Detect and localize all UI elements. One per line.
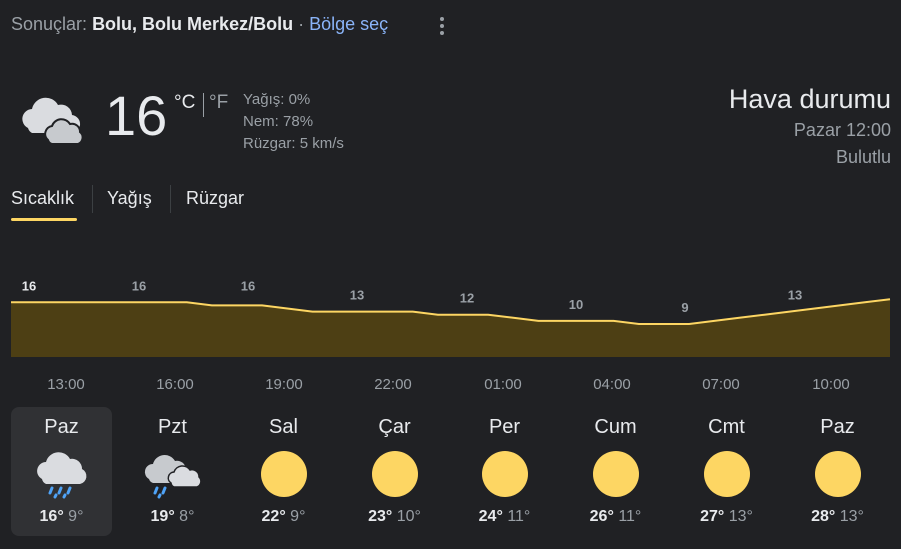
high-temperature: 27° bbox=[700, 508, 725, 525]
day-temperatures: 28° 13° bbox=[787, 508, 888, 526]
day-forecast-4[interactable]: Per 24° 11° bbox=[454, 407, 555, 536]
temperature-value-label: 16 bbox=[241, 278, 255, 293]
day-forecast-0[interactable]: Paz 16° 9° bbox=[11, 407, 112, 536]
day-forecast-7[interactable]: Paz 28° 13° bbox=[787, 407, 888, 536]
more-options-icon[interactable] bbox=[432, 12, 452, 40]
day-name: Sal bbox=[269, 416, 298, 438]
temperature-value-label: 16 bbox=[22, 278, 36, 293]
time-axis-label: 10:00 bbox=[812, 376, 850, 393]
current-condition: Bulutlu bbox=[835, 147, 891, 167]
current-datetime: Pazar 12:00 bbox=[793, 120, 891, 140]
low-temperature: 10° bbox=[396, 508, 421, 525]
temperature-value-label: 9 bbox=[681, 300, 688, 315]
temperature-value-label: 13 bbox=[350, 288, 364, 303]
sun-icon bbox=[365, 449, 425, 499]
tab-temperature[interactable]: Sıcaklık bbox=[11, 188, 74, 209]
high-temperature: 26° bbox=[589, 508, 614, 525]
precipitation-detail: Yağış: 0% bbox=[243, 91, 311, 108]
day-temperatures: 24° 11° bbox=[454, 508, 555, 526]
day-forecast-3[interactable]: Çar 23° 10° bbox=[344, 407, 445, 536]
high-temperature: 23° bbox=[368, 508, 393, 525]
sun-icon bbox=[808, 449, 868, 499]
sun-icon bbox=[254, 449, 314, 499]
day-name: Per bbox=[488, 416, 521, 438]
time-axis-label: 01:00 bbox=[484, 376, 522, 393]
current-temperature: 16 bbox=[105, 84, 168, 147]
high-temperature: 19° bbox=[150, 508, 175, 525]
tab-wind[interactable]: Rüzgar bbox=[186, 188, 244, 209]
day-temperatures: 26° 11° bbox=[565, 508, 666, 526]
cloudy-icon bbox=[14, 88, 86, 148]
day-name: Paz bbox=[44, 416, 79, 438]
sun-icon bbox=[697, 449, 757, 499]
active-tab-indicator bbox=[11, 218, 77, 221]
tab-divider bbox=[92, 185, 93, 213]
low-temperature: 13° bbox=[728, 508, 753, 525]
temperature-value-label: 12 bbox=[460, 291, 474, 306]
time-axis-label: 13:00 bbox=[47, 376, 85, 393]
select-region-link[interactable]: Bölge seç bbox=[309, 14, 388, 34]
high-temperature: 22° bbox=[261, 508, 286, 525]
day-temperatures: 27° 13° bbox=[676, 508, 777, 526]
unit-divider bbox=[203, 93, 204, 117]
low-temperature: 13° bbox=[839, 508, 864, 525]
results-prefix: Sonuçlar: bbox=[11, 14, 88, 34]
sun-icon bbox=[586, 449, 646, 499]
fahrenheit-toggle[interactable]: °F bbox=[209, 92, 228, 114]
temperature-value-label: 10 bbox=[569, 297, 583, 312]
temperature-area bbox=[11, 299, 890, 357]
low-temperature: 8° bbox=[179, 508, 195, 525]
day-name: Paz bbox=[820, 416, 855, 438]
day-temperatures: 22° 9° bbox=[233, 508, 334, 526]
day-forecast-5[interactable]: Cum 26° 11° bbox=[565, 407, 666, 536]
day-forecast-2[interactable]: Sal 22° 9° bbox=[233, 407, 334, 536]
time-axis-label: 16:00 bbox=[156, 376, 194, 393]
time-axis-label: 19:00 bbox=[265, 376, 303, 393]
humidity-detail: Nem: 78% bbox=[243, 113, 314, 130]
time-axis-label: 04:00 bbox=[593, 376, 631, 393]
sun-icon bbox=[475, 449, 535, 499]
tab-divider bbox=[170, 185, 171, 213]
temperature-value-label: 13 bbox=[788, 288, 802, 303]
high-temperature: 24° bbox=[478, 508, 503, 525]
temperature-value-label: 16 bbox=[132, 278, 146, 293]
day-forecast-1[interactable]: Pzt 19° 8° bbox=[122, 407, 223, 536]
celsius-toggle[interactable]: °C bbox=[174, 92, 195, 114]
low-temperature: 11° bbox=[507, 508, 531, 525]
tab-precipitation[interactable]: Yağış bbox=[107, 188, 152, 209]
location-name: Bolu, Bolu Merkez/Bolu bbox=[92, 14, 294, 34]
weather-title: Hava durumu bbox=[728, 84, 891, 114]
wind-detail: Rüzgar: 5 km/s bbox=[243, 135, 344, 152]
day-name: Cmt bbox=[708, 416, 745, 438]
low-temperature: 11° bbox=[618, 508, 642, 525]
high-temperature: 16° bbox=[39, 508, 64, 525]
day-temperatures: 16° 9° bbox=[11, 508, 112, 526]
low-temperature: 9° bbox=[290, 508, 306, 525]
low-temperature: 9° bbox=[68, 508, 84, 525]
header-separator: · bbox=[298, 14, 305, 34]
day-forecast-6[interactable]: Cmt 27° 13° bbox=[676, 407, 777, 536]
day-temperatures: 19° 8° bbox=[122, 508, 223, 526]
day-temperatures: 23° 10° bbox=[344, 508, 445, 526]
time-axis-label: 07:00 bbox=[702, 376, 740, 393]
thunder-rain-icon bbox=[143, 449, 203, 499]
results-header: Sonuçlar: Bolu, Bolu Merkez/Bolu · Bölge… bbox=[11, 14, 388, 35]
rain-cloud-icon bbox=[32, 449, 92, 499]
time-axis-label: 22:00 bbox=[374, 376, 412, 393]
day-name: Cum bbox=[594, 416, 637, 438]
high-temperature: 28° bbox=[811, 508, 836, 525]
temperature-chart[interactable]: 16 16 16 13 12 10 9 13 13:00 16:00 19:00 22:00 01:0… bbox=[0, 250, 901, 400]
day-name: Çar bbox=[378, 416, 411, 438]
day-name: Pzt bbox=[158, 416, 187, 438]
